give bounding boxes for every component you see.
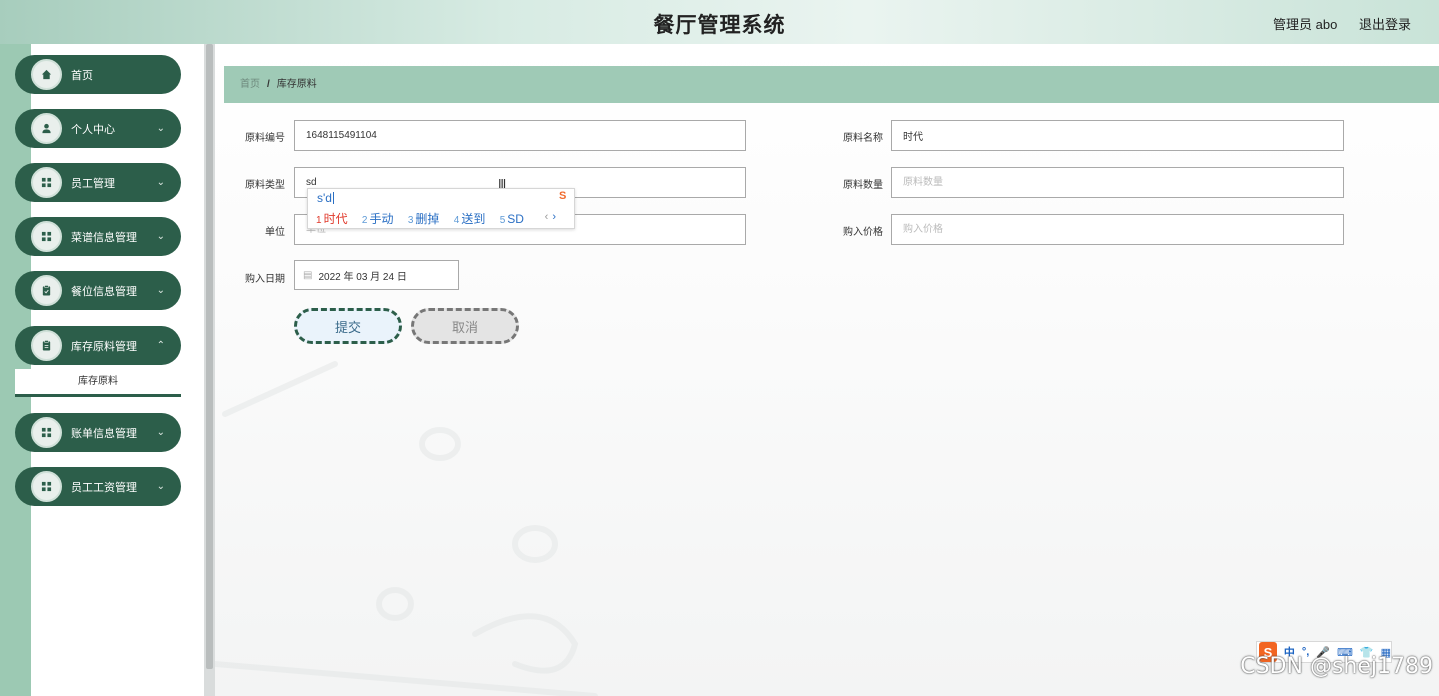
sidebar-item-label: 个人中心 bbox=[71, 123, 115, 136]
ime-candidate[interactable]: 3 删掉 bbox=[408, 212, 440, 226]
scrollbar-thumb[interactable] bbox=[206, 44, 213, 669]
header-user-area: 管理员 abo 退出登录 bbox=[1255, 14, 1411, 33]
sidebar-item-label: 首页 bbox=[71, 69, 93, 82]
main-content: 首页 / 库存原料 原料编号 原料名称 原料类型 原料数量 单位 购入价格 购入日期… bbox=[215, 44, 1439, 696]
breadcrumb-separator: / bbox=[267, 79, 270, 90]
purchase-date-label: 购入日期 bbox=[245, 274, 285, 285]
submit-button[interactable]: 提交 bbox=[294, 308, 402, 344]
material-name-label: 原料名称 bbox=[843, 133, 883, 144]
sidebar-item-label: 餐位信息管理 bbox=[71, 285, 137, 298]
ime-pinyin: s'd bbox=[317, 191, 334, 205]
material-name-input[interactable] bbox=[891, 120, 1344, 151]
submenu-item-inventory-materials[interactable]: 库存原料 bbox=[15, 369, 181, 397]
breadcrumb: 首页 / 库存原料 bbox=[224, 66, 1439, 103]
purchase-date-picker[interactable]: ▤ 2022 年 03 月 24 日 bbox=[294, 260, 459, 290]
sidebar-item-label: 账单信息管理 bbox=[71, 427, 137, 440]
ime-candidate[interactable]: 5 SD bbox=[500, 212, 524, 226]
ime-candidate[interactable]: 4 送到 bbox=[454, 212, 486, 226]
document-icon bbox=[31, 330, 62, 361]
cancel-button[interactable]: 取消 bbox=[411, 308, 519, 344]
material-code-input[interactable] bbox=[294, 120, 746, 151]
ime-candidate[interactable]: 1 时代 bbox=[316, 212, 348, 226]
unit-label: 单位 bbox=[265, 227, 285, 238]
ime-candidate-popup: s'd S 1 时代 2 手动 3 删掉 4 送到 5 SD ‹ › bbox=[307, 188, 575, 229]
sidebar-item-salary[interactable]: 员工工资管理 ⌄ bbox=[15, 467, 181, 506]
material-quantity-label: 原料数量 bbox=[843, 180, 883, 191]
grid-icon bbox=[31, 221, 62, 252]
calendar-icon: ▤ bbox=[303, 269, 313, 281]
chevron-up-icon: ⌃ bbox=[156, 340, 165, 351]
purchase-price-input[interactable] bbox=[891, 214, 1344, 245]
sidebar-item-seating[interactable]: 餐位信息管理 ⌄ bbox=[15, 271, 181, 310]
ime-candidate-list: 1 时代 2 手动 3 删掉 4 送到 5 SD bbox=[316, 210, 535, 227]
grid-icon bbox=[31, 417, 62, 448]
sidebar-item-label: 员工工资管理 bbox=[71, 481, 137, 494]
sidebar-item-bills[interactable]: 账单信息管理 ⌄ bbox=[15, 413, 181, 452]
ime-prev-icon[interactable]: ‹ bbox=[545, 211, 549, 223]
sidebar-item-personal-center[interactable]: 个人中心 ⌄ bbox=[15, 109, 181, 148]
sidebar-item-label: 员工管理 bbox=[71, 177, 115, 190]
ime-page-arrows: ‹ › bbox=[545, 211, 556, 223]
breadcrumb-home-link[interactable]: 首页 bbox=[240, 79, 260, 90]
material-code-label: 原料编号 bbox=[245, 133, 285, 144]
sidebar-scrollbar[interactable] bbox=[204, 44, 215, 696]
sidebar-item-label: 菜谱信息管理 bbox=[71, 231, 137, 244]
sidebar-item-staff[interactable]: 员工管理 ⌄ bbox=[15, 163, 181, 202]
purchase-price-label: 购入价格 bbox=[843, 227, 883, 238]
grid-icon bbox=[31, 167, 62, 198]
sogou-logo-icon: S bbox=[559, 190, 567, 202]
chevron-down-icon: ⌄ bbox=[156, 177, 165, 188]
csdn-watermark: CSDN @shej1789 bbox=[1240, 654, 1433, 679]
ime-next-icon[interactable]: › bbox=[552, 211, 556, 223]
sidebar-item-home[interactable]: 首页 bbox=[15, 55, 181, 94]
system-title: 餐厅管理系统 bbox=[653, 14, 786, 37]
material-quantity-input[interactable] bbox=[891, 167, 1344, 198]
sidebar-item-label: 库存原料管理 bbox=[71, 340, 137, 353]
ime-candidate[interactable]: 2 手动 bbox=[362, 212, 394, 226]
home-icon bbox=[31, 59, 62, 90]
material-type-label: 原料类型 bbox=[245, 180, 285, 191]
chevron-down-icon: ⌄ bbox=[156, 231, 165, 242]
clipboard-icon bbox=[31, 275, 62, 306]
sidebar-item-recipe[interactable]: 菜谱信息管理 ⌄ bbox=[15, 217, 181, 256]
chevron-down-icon: ⌄ bbox=[156, 427, 165, 438]
chevron-down-icon: ⌄ bbox=[156, 285, 165, 296]
current-user: 管理员 abo bbox=[1273, 17, 1338, 32]
breadcrumb-current: 库存原料 bbox=[276, 79, 317, 90]
chevron-down-icon: ⌄ bbox=[156, 123, 165, 134]
logout-link[interactable]: 退出登录 bbox=[1359, 17, 1411, 32]
sidebar-item-inventory[interactable]: 库存原料管理 ⌃ bbox=[15, 326, 181, 365]
grid-icon bbox=[31, 471, 62, 502]
purchase-date-value: 2022 年 03 月 24 日 bbox=[318, 271, 407, 283]
top-header: 餐厅管理系统 管理员 abo 退出登录 bbox=[0, 0, 1439, 44]
user-icon bbox=[31, 113, 62, 144]
chevron-down-icon: ⌄ bbox=[156, 481, 165, 492]
